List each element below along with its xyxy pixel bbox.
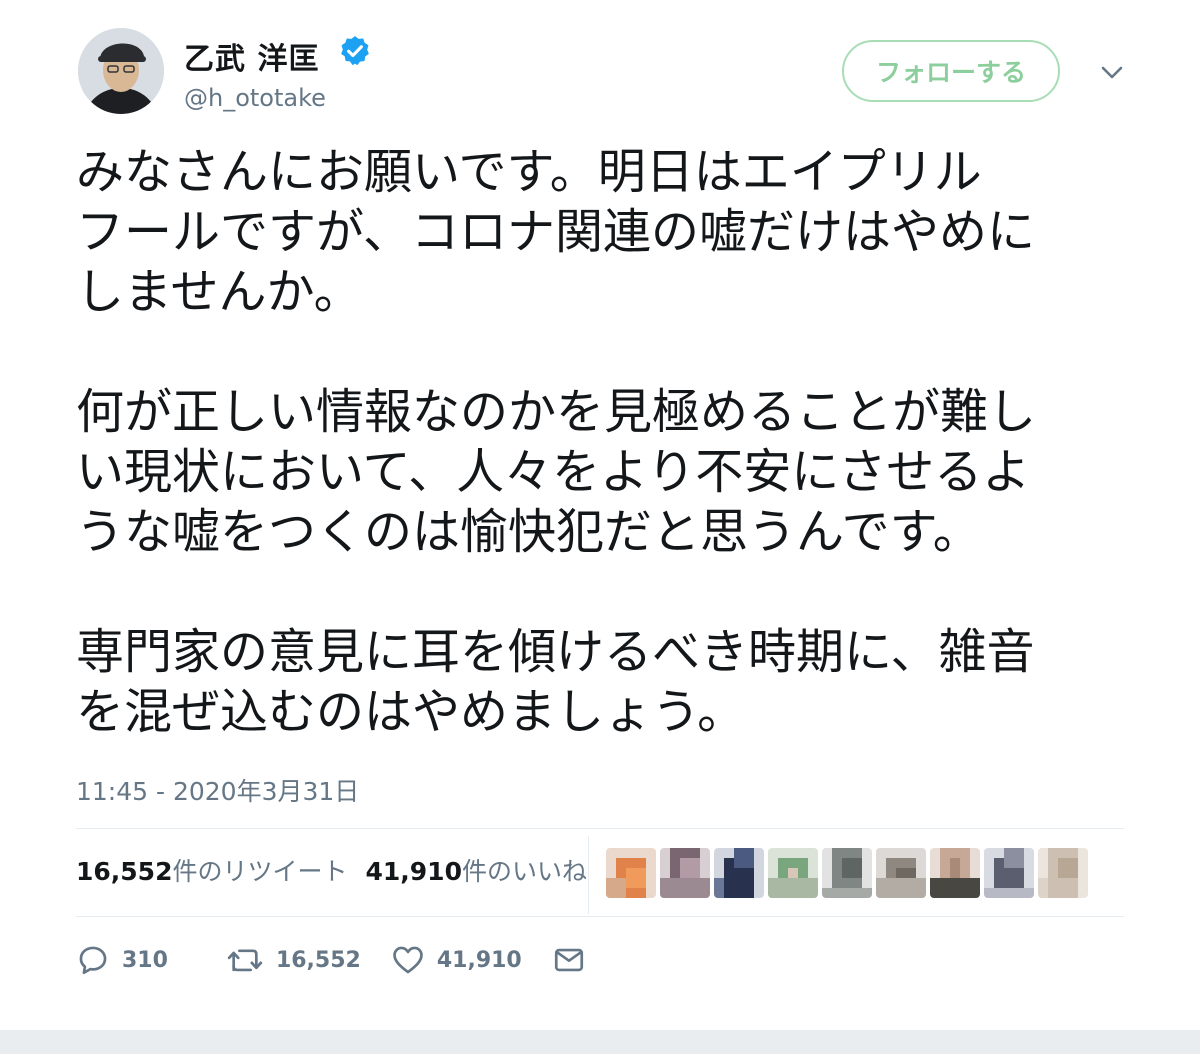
chevron-down-icon[interactable] (1098, 60, 1126, 86)
engagement-stats: 16,552件のリツイート 41,910件のいいね (76, 852, 587, 888)
liker-avatar[interactable] (606, 848, 656, 898)
liker-avatar[interactable] (714, 848, 764, 898)
reply-icon (79, 946, 107, 975)
liker-avatar[interactable] (768, 848, 818, 898)
reply-button[interactable]: 310 (76, 943, 168, 977)
liker-avatar[interactable] (984, 848, 1034, 898)
divider (76, 916, 1124, 917)
tweet-paragraph: 何が正しい情報なのかを見極めることが難し い現状において、人々をより不安にさせる… (76, 384, 1037, 560)
stats-separator (588, 836, 589, 914)
page-footer-strip (0, 1030, 1200, 1054)
retweet-count: 16,552 (275, 947, 361, 973)
like-button[interactable]: 41,910 (391, 943, 522, 977)
like-stat-label: 件のいいね (461, 857, 587, 886)
like-stat[interactable]: 41,910件のいいね (366, 852, 588, 888)
retweet-icon (227, 949, 263, 972)
retweet-button[interactable]: 16,552 (226, 943, 361, 977)
like-stat-count: 41,910 (365, 857, 462, 886)
author-name[interactable]: 乙武 洋匡 (184, 34, 319, 78)
liker-avatar[interactable] (1038, 848, 1088, 898)
divider (76, 828, 1124, 829)
tweet-text: みなさんにお願いです。明日はエイプリル フールですが、コロナ関連の嘘だけはやめに… (76, 142, 1116, 742)
profile-photo-icon (78, 28, 164, 114)
message-button[interactable] (552, 943, 586, 977)
author-handle[interactable]: @h_ototake (184, 84, 326, 112)
verified-badge-icon (341, 36, 369, 66)
like-count: 41,910 (436, 947, 522, 973)
envelope-icon (554, 948, 583, 972)
heart-icon (393, 946, 423, 974)
author-avatar[interactable] (78, 28, 164, 114)
liker-avatar[interactable] (930, 848, 980, 898)
liker-avatar[interactable] (660, 848, 710, 898)
tweet-timestamp[interactable]: 11:45 - 2020年3月31日 (76, 772, 359, 808)
liker-avatars (606, 848, 1088, 898)
retweet-stat[interactable]: 16,552件のリツイート (76, 852, 348, 888)
tweet-actions: 310 16,552 41,910 (76, 940, 586, 980)
tweet-paragraph: 専門家の意見に耳を傾けるべき時期に、雑音 を混ぜ込むのはやめましょう。 (76, 624, 1035, 740)
liker-avatar[interactable] (876, 848, 926, 898)
tweet-card: 乙武 洋匡 @h_ototake フォローする みなさんにお願いです。明日はエイ… (0, 0, 1200, 1030)
retweet-stat-label: 件のリツイート (172, 857, 348, 886)
retweet-stat-count: 16,552 (76, 857, 173, 886)
liker-avatar[interactable] (822, 848, 872, 898)
follow-button[interactable]: フォローする (842, 40, 1060, 102)
reply-count: 310 (122, 947, 168, 973)
tweet-paragraph: みなさんにお願いです。明日はエイプリル フールですが、コロナ関連の嘘だけはやめに… (76, 144, 1036, 320)
